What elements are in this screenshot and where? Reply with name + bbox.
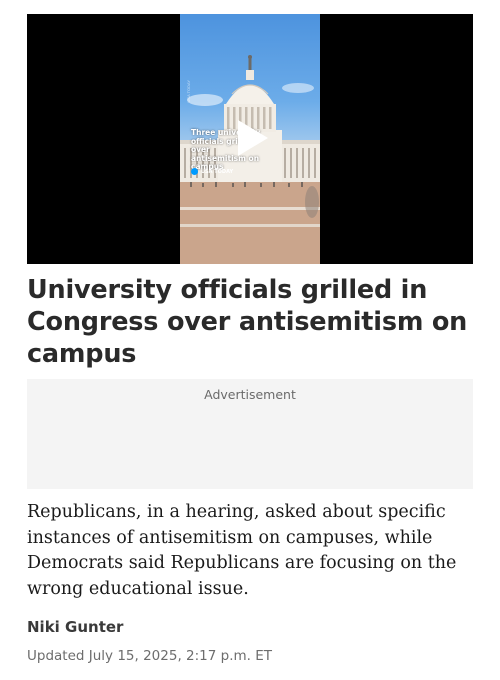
video-source-label: USA TODAY [201, 168, 234, 175]
usa-today-logo-icon [191, 168, 198, 175]
article-headline: University officials grilled in Congress… [27, 275, 468, 369]
author-link[interactable]: Niki Gunter [27, 618, 123, 636]
video-source: USA TODAY [191, 168, 233, 175]
advertisement-label: Advertisement [204, 387, 296, 402]
play-icon[interactable] [236, 118, 270, 158]
updated-timestamp: Updated July 15, 2025, 2:17 p.m. ET [27, 648, 272, 664]
video-side-label: USA TODAY [186, 80, 191, 103]
article-page: USA TODAY Three university officials gri… [0, 0, 500, 680]
article-summary: Republicans, in a hearing, asked about s… [27, 502, 457, 599]
advertisement-slot[interactable]: Advertisement [27, 379, 473, 489]
video-player[interactable]: USA TODAY Three university officials gri… [27, 14, 473, 264]
